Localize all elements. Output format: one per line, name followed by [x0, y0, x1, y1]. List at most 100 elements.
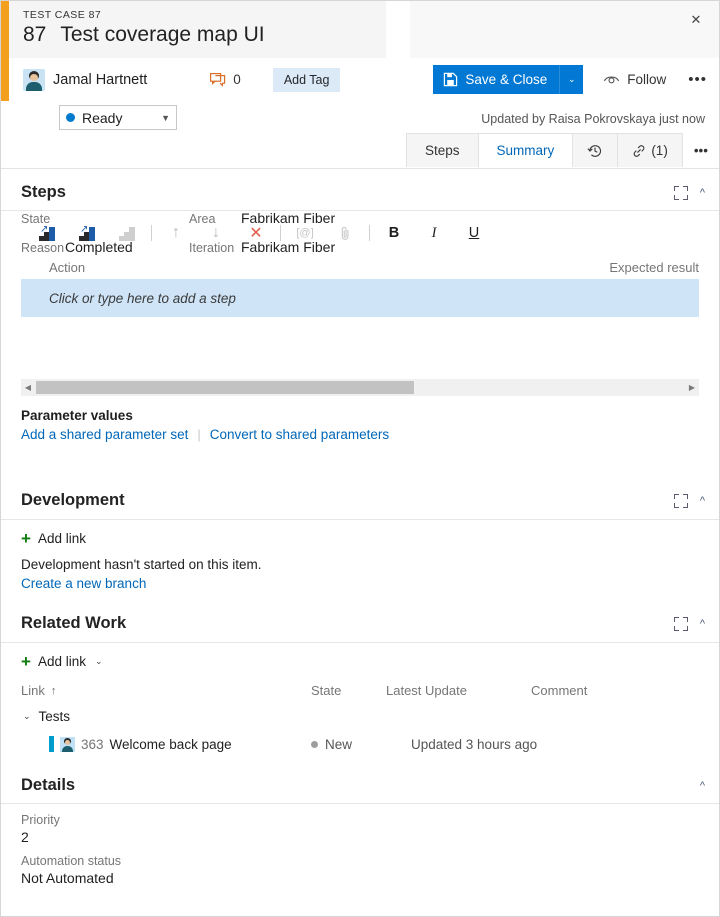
tab-steps[interactable]: Steps: [406, 133, 479, 167]
tab-history[interactable]: [572, 133, 618, 167]
save-dropdown-chevron-icon[interactable]: ⌄: [559, 65, 583, 94]
col-link[interactable]: Link ↑: [21, 683, 311, 698]
expand-icon[interactable]: [674, 186, 688, 200]
follow-label: Follow: [627, 72, 666, 87]
parameter-values-title: Parameter values: [21, 408, 699, 423]
tab-overflow[interactable]: •••: [682, 133, 720, 167]
details-section-tools: ^: [700, 780, 705, 792]
test-case-color-bar: [49, 736, 54, 752]
steps-horizontal-scrollbar[interactable]: ◀ ▶: [21, 379, 699, 396]
development-section-title: Development: [21, 491, 125, 510]
underline-icon[interactable]: U: [454, 217, 494, 249]
plus-icon: +: [21, 532, 31, 546]
expand-icon[interactable]: [674, 617, 688, 631]
col-latest-update[interactable]: Latest Update: [386, 683, 531, 698]
tab-summary[interactable]: Summary: [478, 133, 574, 167]
related-work-body: + Add link ⌄ Link ↑ State Latest Update …: [1, 643, 719, 752]
development-body: + Add link Development hasn't started on…: [1, 520, 719, 593]
related-work-section-header: Related Work ^: [1, 605, 719, 643]
col-state[interactable]: State: [311, 683, 386, 698]
close-icon[interactable]: ✕: [685, 9, 707, 31]
related-work-add-link-button[interactable]: + Add link ⌄: [1, 643, 103, 669]
tab-bar: Steps Summary (1) •••: [406, 133, 719, 167]
steps-section-tools: ^: [674, 186, 705, 200]
work-item-header: TEST CASE 87 87 Test coverage map UI ✕ J…: [1, 1, 719, 101]
scroll-right-icon[interactable]: ▶: [685, 383, 699, 392]
related-work-group-tests[interactable]: ⌄ Tests: [1, 698, 719, 724]
related-work-link-cell[interactable]: 363 Welcome back page: [49, 736, 311, 752]
tab-overflow-label: •••: [694, 143, 708, 158]
comment-count: 0: [233, 72, 241, 87]
development-section-header: Development ^: [1, 482, 719, 520]
collapse-chevron-icon[interactable]: ^: [700, 618, 705, 630]
work-item-dialog: TEST CASE 87 87 Test coverage map UI ✕ J…: [0, 0, 720, 917]
comment-icon: [210, 73, 226, 87]
development-add-link-button[interactable]: + Add link: [1, 520, 86, 546]
scroll-left-icon[interactable]: ◀: [21, 383, 35, 392]
state-dot-icon: [311, 741, 318, 748]
toolbar-separator: [369, 225, 370, 241]
breadcrumb: TEST CASE 87: [23, 9, 101, 21]
work-item-title[interactable]: Test coverage map UI: [60, 23, 264, 47]
collapse-chevron-icon[interactable]: ^: [700, 495, 705, 507]
create-branch-link-wrap: Create a new branch: [1, 572, 719, 593]
development-note: Development hasn't started on this item.: [1, 546, 719, 572]
automation-status-value[interactable]: Not Automated: [21, 870, 719, 886]
more-actions-icon[interactable]: •••: [688, 71, 707, 88]
italic-icon[interactable]: I: [414, 217, 454, 249]
table-row[interactable]: 363 Welcome back page New Updated 3 hour…: [1, 724, 719, 752]
iteration-value[interactable]: Fabrikam Fiber: [241, 239, 335, 255]
area-value[interactable]: Fabrikam Fiber: [241, 210, 335, 226]
steps-grid-header: Action Expected result: [1, 255, 719, 279]
related-work-id: 363: [81, 737, 104, 752]
save-icon: [443, 72, 458, 87]
create-new-branch-link[interactable]: Create a new branch: [21, 576, 146, 591]
reason-value[interactable]: Completed: [65, 239, 133, 255]
collapse-chevron-icon[interactable]: ^: [700, 780, 705, 792]
scrollbar-thumb[interactable]: [36, 381, 414, 394]
convert-to-shared-parameters-link[interactable]: Convert to shared parameters: [210, 427, 389, 442]
development-add-link-label: Add link: [38, 531, 86, 546]
related-work-section-title: Related Work: [21, 614, 126, 633]
col-link-label: Link: [21, 683, 45, 698]
work-item-id: 87: [23, 23, 46, 47]
steps-col-expected: Expected result: [609, 260, 699, 275]
header-action-bar: Jamal Hartnett 0 Add Tag Save &: [9, 58, 719, 101]
related-work-state: New: [325, 737, 352, 752]
discussion-count[interactable]: 0: [210, 72, 241, 87]
priority-label: Priority: [21, 813, 719, 827]
tab-links-count: (1): [651, 143, 668, 158]
avatar: [60, 737, 75, 752]
tab-steps-label: Steps: [425, 143, 460, 158]
add-tag-button[interactable]: Add Tag: [273, 68, 341, 92]
paperclip-glyph: [339, 226, 352, 241]
add-step-row[interactable]: Click or type here to add a step: [21, 279, 699, 317]
related-work-state-cell: New: [311, 737, 411, 752]
expand-icon[interactable]: [674, 494, 688, 508]
avatar: [23, 69, 45, 91]
state-dropdown[interactable]: Ready ▼: [59, 105, 177, 130]
link-separator: |: [197, 427, 200, 442]
sort-ascending-icon: ↑: [51, 685, 57, 697]
details-body: Priority 2 Automation status Not Automat…: [1, 804, 719, 886]
save-and-close-button[interactable]: Save & Close: [433, 65, 559, 94]
collapse-chevron-icon[interactable]: ^: [700, 187, 705, 199]
iteration-label: Iteration: [189, 241, 234, 255]
reason-label: Reason: [21, 241, 64, 255]
parameter-values-links: Add a shared parameter set | Convert to …: [21, 427, 699, 442]
col-comment[interactable]: Comment: [531, 683, 587, 698]
assignee-name[interactable]: Jamal Hartnett: [53, 72, 147, 88]
tab-links[interactable]: (1): [617, 133, 683, 167]
priority-value[interactable]: 2: [21, 829, 719, 845]
save-and-close-label: Save & Close: [465, 72, 547, 87]
header-actions: Save & Close ⌄ Follow •••: [433, 65, 719, 94]
plus-icon: +: [21, 655, 31, 669]
automation-status-label: Automation status: [21, 854, 719, 868]
history-icon: [587, 143, 603, 159]
area-label: Area: [189, 212, 215, 226]
bold-icon[interactable]: B: [374, 217, 414, 249]
updated-by-text: Updated by Raisa Pokrovskaya just now: [481, 112, 705, 126]
follow-button[interactable]: Follow: [603, 72, 666, 87]
related-work-title[interactable]: Welcome back page: [110, 737, 232, 752]
add-shared-parameter-set-link[interactable]: Add a shared parameter set: [21, 427, 188, 442]
